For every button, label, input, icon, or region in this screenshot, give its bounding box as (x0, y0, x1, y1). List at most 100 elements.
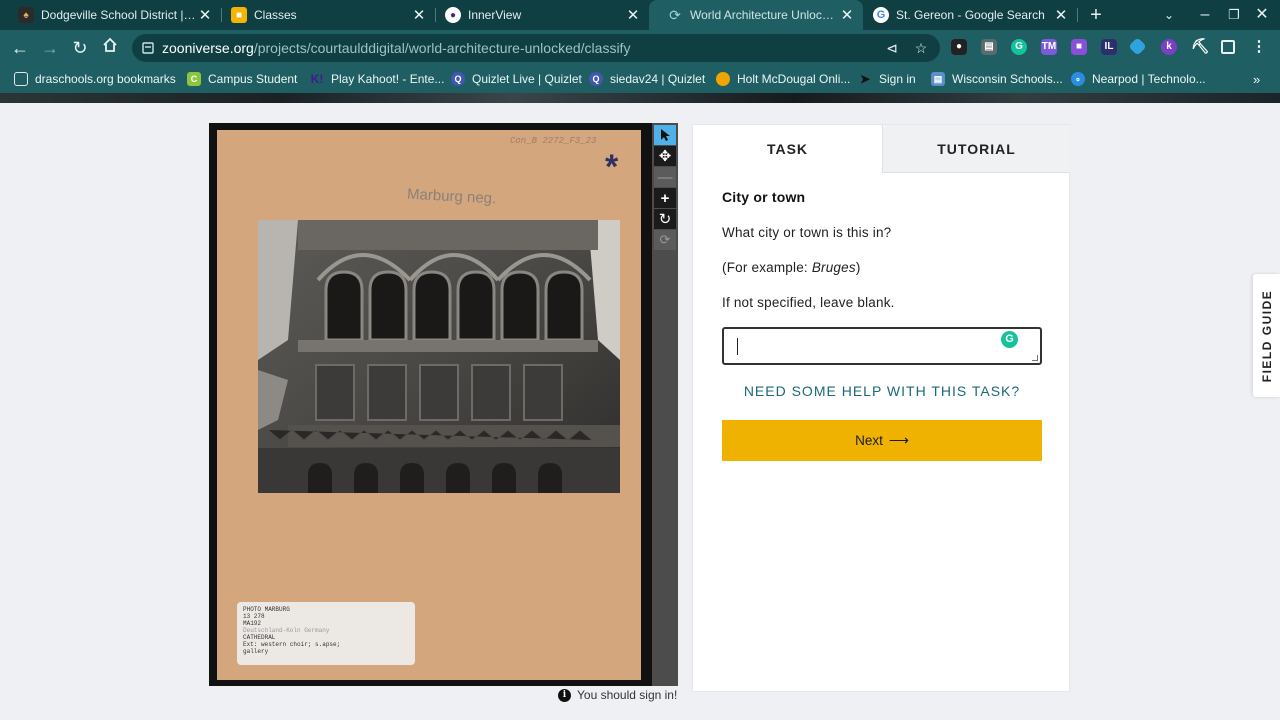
question-title: City or town (722, 189, 806, 205)
google-icon: G (873, 7, 889, 23)
browser-tab-classes[interactable]: ■ Classes ✕ (213, 0, 435, 30)
browser-toolbar: ← → ↻ zooniverse.org/projects/courtauldd… (0, 30, 1280, 65)
home-icon[interactable] (98, 36, 122, 60)
bookmark-draschools[interactable]: draschools.org bookmarks (14, 71, 176, 87)
extension-bear-icon[interactable]: ● (951, 39, 967, 55)
text-caret (737, 338, 738, 355)
extension-docs-icon[interactable]: ▤ (981, 39, 997, 55)
tab-tutorial[interactable]: TUTORIAL (882, 125, 1070, 173)
sign-in-notice: i You should sign in! (558, 688, 677, 702)
holt-icon (716, 72, 730, 86)
close-tab-icon[interactable]: ✕ (1053, 6, 1069, 24)
close-tab-icon[interactable]: ✕ (839, 6, 855, 24)
archive-label: PHOTO MARBURG 13 278 MA192 Deutschland-K… (237, 602, 415, 665)
back-arrow-icon[interactable]: ← (8, 36, 32, 60)
pointer-icon[interactable] (654, 125, 676, 145)
tab-task[interactable]: TASK (693, 125, 882, 173)
task-panel: TASK TUTORIAL City or town What city or … (692, 124, 1070, 692)
reload-icon[interactable]: ↻ (68, 36, 92, 60)
bookmark-nearpod[interactable]: ∘ Nearpod | Technolo... (1071, 71, 1206, 87)
label-line: Ext: western choir; s.apse; (243, 641, 341, 648)
close-tab-icon[interactable]: ✕ (197, 6, 213, 24)
negative-caption: Marburg neg. (406, 185, 497, 208)
label-line: gallery (243, 648, 269, 655)
bookmark-kahoot[interactable]: K! Play Kahoot! - Ente... (310, 71, 445, 87)
bookmark-quizlet-siedav[interactable]: Qsiedav24 | Quizlet (589, 71, 705, 87)
innerview-icon: ● (445, 7, 461, 23)
extension-diamond-icon[interactable] (1128, 37, 1147, 56)
sign-in-message: You should sign in! (577, 688, 678, 702)
minimize-icon[interactable]: – (1195, 5, 1215, 25)
share-icon[interactable]: ⊲ (883, 39, 901, 57)
browser-tab-dodgeville[interactable]: ♠ Dodgeville School District | Do ✕ (0, 0, 221, 30)
zoom-in-icon[interactable]: + (654, 188, 676, 208)
quizlet-icon: Q (589, 72, 603, 86)
city-answer-field[interactable]: G (722, 327, 1042, 365)
campus-icon: C (187, 72, 201, 86)
subject-viewer[interactable]: Con_B 2272_F3_23 * Marburg neg. PHOTO MA… (209, 123, 652, 686)
asterisk-mark: * (605, 148, 619, 186)
new-tab-icon[interactable]: + (1086, 5, 1106, 25)
field-guide-tab[interactable]: FIELD GUIDE (1253, 274, 1280, 397)
extension-purple-icon[interactable]: ■ (1071, 39, 1087, 55)
bookmark-quizlet-live[interactable]: Q Quizlet Live | Quizlet (451, 71, 582, 87)
tab-title: St. Gereon - Google Search (896, 8, 1045, 22)
zooniverse-icon: ⟳ (669, 6, 681, 23)
grammarly-extension-icon[interactable]: G (1011, 39, 1027, 55)
bookmarks-bar: draschools.org bookmarks C Campus Student… (0, 65, 1280, 93)
zoom-out-icon[interactable]: — (654, 167, 676, 187)
archive-card: Con_B 2272_F3_23 * Marburg neg. PHOTO MA… (217, 130, 641, 680)
folder-icon (14, 72, 28, 86)
bookmark-sign-in[interactable]: ➤ Sign in (858, 71, 916, 87)
task-help-link[interactable]: NEED SOME HELP WITH THIS TASK? (722, 383, 1042, 399)
close-tab-icon[interactable]: ✕ (625, 6, 641, 24)
tab-title: Dodgeville School District | Do (41, 8, 197, 22)
label-line: 13 278 (243, 613, 265, 620)
bookmark-campus-student[interactable]: C Campus Student (187, 71, 297, 87)
browser-tab-google-search[interactable]: G St. Gereon - Google Search ✕ (855, 0, 1077, 30)
nearpod-icon: ∘ (1071, 72, 1085, 86)
restore-icon[interactable]: ❐ (1224, 5, 1244, 25)
tab-title: InnerView (468, 8, 522, 22)
info-icon: i (558, 688, 571, 702)
question-text: What city or town is this in? (722, 225, 892, 240)
site-info-icon[interactable] (142, 41, 154, 55)
grammarly-icon[interactable]: G (1001, 331, 1018, 348)
close-window-icon[interactable]: ✕ (1252, 5, 1272, 25)
kahoot-icon: K! (310, 72, 324, 86)
arrow-right-icon: ⟶ (888, 432, 909, 448)
extensions-puzzle-icon[interactable]: ⛏ (1191, 39, 1210, 55)
label-line: MA192 (243, 620, 262, 627)
forward-arrow-icon[interactable]: → (38, 36, 62, 60)
quizlet-icon: Q (451, 72, 465, 86)
extension-il-icon[interactable]: IL (1101, 39, 1117, 55)
sign-in-icon: ➤ (859, 72, 871, 86)
move-pan-icon[interactable]: ✥ (654, 146, 676, 166)
viewer-toolbar: ✥ — + ↻ ⟳ (652, 123, 678, 686)
bookmark-wisconsin-schools[interactable]: ▤ Wisconsin Schools... (931, 71, 1063, 87)
browser-tab-innerview[interactable]: ● InnerView ✕ (427, 0, 649, 30)
tab-title: Classes (254, 8, 297, 22)
close-tab-icon[interactable]: ✕ (411, 6, 427, 24)
browser-menu-icon[interactable]: ⋮ (1251, 39, 1267, 55)
bookmark-star-icon[interactable]: ☆ (912, 39, 930, 57)
tab-title: World Architecture Unlocked » (690, 8, 839, 22)
reset-view-icon[interactable]: ⟳ (654, 230, 676, 250)
browser-tab-strip: ♠ Dodgeville School District | Do ✕ ■ Cl… (0, 0, 1280, 30)
bookmark-holt-mcdougal[interactable]: Holt McDougal Onli... (716, 71, 850, 87)
next-button[interactable]: Next ⟶ (722, 420, 1042, 461)
architecture-photo (258, 220, 620, 493)
resize-handle[interactable] (1032, 355, 1038, 361)
field-guide-label: FIELD GUIDE (1259, 289, 1274, 382)
kami-extension-icon[interactable]: k (1161, 39, 1177, 55)
more-bookmarks-chevron-icon[interactable]: » (1253, 71, 1260, 87)
address-bar[interactable]: zooniverse.org/projects/courtaulddigital… (132, 34, 940, 62)
city-text-input[interactable] (724, 329, 1040, 363)
tab-search-chevron-icon[interactable]: ⌄ (1159, 5, 1179, 25)
rotate-icon[interactable]: ↻ (654, 209, 676, 229)
browser-tab-zooniverse[interactable]: ⟳ World Architecture Unlocked » ✕ (649, 0, 863, 30)
side-panel-icon[interactable] (1221, 40, 1235, 54)
wisconsin-icon: ▤ (931, 72, 945, 86)
extension-tm-icon[interactable]: TM (1041, 39, 1057, 55)
label-line: CATHEDRAL (243, 634, 276, 641)
